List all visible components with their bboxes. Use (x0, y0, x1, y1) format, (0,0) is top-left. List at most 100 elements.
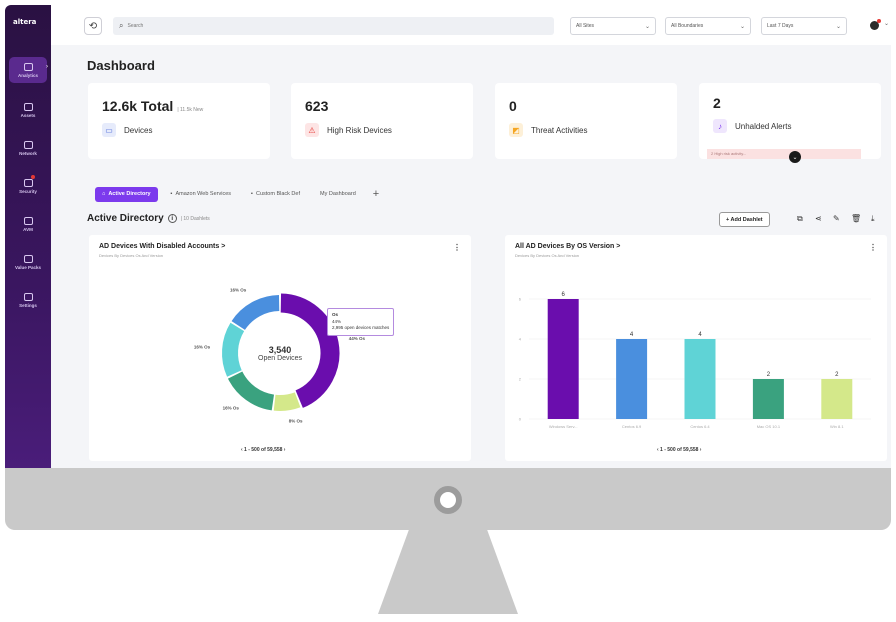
section-title: Active Directory i | 10 Dashlets (87, 213, 210, 224)
tab-aws[interactable]: ▪ Amazon Web Services (164, 187, 239, 202)
chevron-down-icon: ⌄ (644, 23, 650, 30)
monitor-screen: altera Analytics › Assets Network Security AV… (5, 5, 891, 470)
app-logo[interactable]: altera (13, 18, 36, 26)
donut-slice[interactable] (222, 322, 245, 377)
pagination[interactable]: ‹ 1 - 500 of 59,558 › (657, 447, 701, 453)
sidebar-item-avm[interactable]: AVM (9, 211, 47, 237)
monitor-stand (378, 530, 518, 614)
download-icon[interactable]: ⤓ (871, 214, 875, 224)
stat-card-high-risk[interactable]: 623 ⚠ High Risk Devices (291, 83, 473, 159)
sidebar-item-value-packs[interactable]: Value Packs (9, 249, 47, 275)
stat-card-alerts[interactable]: 2 ♪ Unhalded Alerts 2 High risk activity… (699, 83, 881, 163)
donut-data-label: 16% Os (230, 288, 247, 293)
add-dashlet-button[interactable]: + Add Dashlet (719, 212, 770, 227)
x-tick-label: Centos 6.9 (622, 424, 642, 429)
sidebar-item-assets[interactable]: Assets (9, 97, 47, 123)
boundary-filter-dropdown[interactable]: All Boundaries ⌄ (665, 17, 751, 35)
sidebar-item-label: Analytics (17, 72, 38, 78)
history-icon: ⟲ (88, 20, 98, 32)
add-tab-button[interactable]: + (373, 188, 379, 200)
bar[interactable] (547, 299, 579, 419)
devices-icon: ▭ (102, 123, 116, 137)
assets-icon (23, 102, 33, 111)
stat-label: Unhalded Alerts (735, 122, 792, 131)
bar[interactable] (821, 379, 853, 419)
chevron-down-icon: ⌄ (739, 23, 745, 30)
sidebar-item-settings[interactable]: Settings (9, 287, 47, 313)
analytics-icon (23, 62, 33, 71)
trash-icon[interactable]: 🗑 (851, 214, 861, 223)
bell-icon: ♪ (713, 119, 727, 133)
chevron-down-icon: ⌄ (835, 23, 841, 30)
sidebar-item-label: Network (19, 150, 37, 156)
donut-slice[interactable] (227, 371, 275, 411)
bar-value-label: 6 (562, 292, 566, 298)
pagination[interactable]: ‹ 1 - 500 of 59,558 › (241, 447, 285, 453)
site-filter-value: All Sites (576, 23, 595, 29)
chevron-right-icon[interactable]: › (46, 64, 48, 70)
sidebar-item-analytics[interactable]: Analytics › (9, 57, 48, 83)
bar[interactable] (752, 379, 784, 419)
chart-tooltip: Os 44% 2,995 open devices matches (327, 308, 395, 336)
tab-my-dashboard[interactable]: My Dashboard (313, 187, 363, 202)
avm-icon (23, 216, 33, 225)
stat-label: Threat Activities (531, 126, 588, 135)
bar-chart: 0 2 4 6 6 Windows Serv... 4 Centos 6.9 4 Centos 6… (519, 292, 871, 429)
stat-card-devices[interactable]: 12.6k Total | 11.5k New ▭ Devices (88, 83, 270, 159)
bar-value-label: 4 (630, 332, 634, 338)
expand-toggle-button[interactable]: ⌄ (789, 151, 801, 163)
gear-icon (23, 292, 33, 301)
network-icon (23, 140, 33, 149)
copy-icon[interactable]: ⧉ (797, 214, 803, 224)
sidebar-item-network[interactable]: Network (9, 135, 47, 161)
stat-label: High Risk Devices (327, 126, 392, 135)
sidebar: altera Analytics › Assets Network Security AV… (5, 5, 51, 470)
sidebar-item-label: Value Packs (14, 264, 42, 270)
alert-strip[interactable]: 2 High risk activity... (707, 149, 861, 159)
search-bar[interactable]: ⌕ (113, 17, 554, 35)
topbar: ⟲ ⌕ All Sites ⌄ All Boundaries ⌄ Last 7 Da… (51, 5, 891, 45)
date-range-value: Last 7 Days (767, 23, 794, 29)
lock-icon: ▪ (251, 191, 253, 197)
stat-card-threats[interactable]: 0 ◩ Threat Activities (495, 83, 677, 159)
tab-custom[interactable]: ▪ Custom Black Def (244, 187, 307, 202)
bar-value-label: 2 (835, 372, 839, 378)
dashlet-os-version: All AD Devices By OS Version > Devices B… (505, 235, 887, 461)
sidebar-item-security[interactable]: Security (9, 173, 47, 199)
stat-value: 623 (305, 98, 329, 114)
donut-data-label: 16% Os (194, 345, 211, 350)
bar-value-label: 2 (767, 372, 771, 378)
bar-value-label: 4 (698, 332, 702, 338)
x-tick-label: Windows Serv... (549, 424, 578, 429)
sidebar-item-label: Assets (20, 112, 36, 118)
date-range-dropdown[interactable]: Last 7 Days ⌄ (761, 17, 847, 35)
y-tick-label: 4 (519, 337, 522, 342)
search-input[interactable] (127, 23, 528, 29)
info-icon[interactable]: i (167, 214, 177, 223)
site-filter-dropdown[interactable]: All Sites ⌄ (570, 17, 656, 35)
dashlet-disabled-accounts: AD Devices With Disabled Accounts > Devi… (89, 235, 471, 461)
sidebar-item-label: Security (19, 188, 37, 194)
donut-slice[interactable] (231, 295, 280, 331)
history-button[interactable]: ⟲ (84, 17, 102, 35)
stat-value: 2 (713, 95, 721, 111)
chevron-down-icon: ⌄ (792, 154, 798, 161)
dashboard-tabs: ⌂ Active Directory ▪ Amazon Web Services ▪… (95, 186, 379, 202)
chevron-down-icon[interactable]: ⌄ (884, 20, 889, 27)
donut-data-label: 16% Os (223, 406, 240, 411)
tab-active-directory[interactable]: ⌂ Active Directory (95, 186, 158, 202)
monitor-stage: altera Analytics › Assets Network Security AV… (0, 0, 896, 622)
sidebar-item-label: AVM (23, 226, 33, 232)
bar[interactable] (616, 339, 648, 419)
donut-center-value: 3,540 (268, 345, 292, 355)
donut-data-label: 44% Os (349, 336, 366, 341)
threat-icon: ◩ (509, 123, 523, 137)
donut-slice[interactable] (273, 392, 301, 411)
bar[interactable] (684, 339, 716, 419)
share-icon[interactable]: ⋖ (815, 214, 822, 223)
donut-center: 3,540 Open Devices (239, 345, 321, 362)
x-tick-label: Win 8.1 (830, 424, 844, 429)
edit-icon[interactable]: ✎ (833, 214, 840, 223)
main-content: Dashboard 12.6k Total | 11.5k New ▭ Devic… (51, 45, 891, 470)
y-tick-label: 6 (519, 297, 522, 302)
